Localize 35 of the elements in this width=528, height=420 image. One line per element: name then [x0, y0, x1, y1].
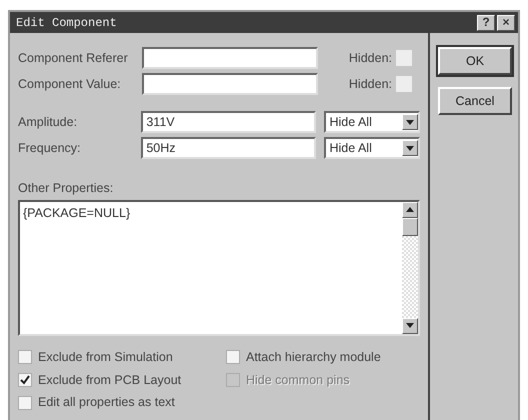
section-label: Other Properties:	[18, 180, 114, 197]
close-button[interactable]: ×	[497, 14, 515, 30]
checkbox-label: Attach hierarchy module	[246, 348, 381, 366]
properties-text: {PACKAGE=NULL}	[22, 204, 132, 222]
scroll-thumb[interactable]	[402, 218, 418, 236]
dialog-button[interactable]: Cancel	[438, 87, 512, 115]
input-field[interactable]: 311V	[141, 111, 316, 133]
checkbox-label: Exclude from PCB Layout	[38, 372, 182, 389]
checkbox-label: Edit all properties as text	[38, 394, 175, 412]
properties-textarea[interactable]: {PACKAGE=NULL}	[18, 200, 420, 336]
field-label: Frequency:	[18, 140, 82, 157]
checkbox[interactable]	[396, 76, 412, 92]
scrollbar[interactable]	[402, 202, 418, 334]
field-label: Component Value:	[18, 76, 122, 93]
help-button[interactable]: ?	[477, 14, 495, 30]
checkbox[interactable]	[18, 396, 32, 410]
hidden-label: Hidden:	[348, 50, 392, 67]
scroll-down-icon[interactable]	[402, 318, 418, 334]
field-label: Component Referer	[18, 50, 129, 67]
input-field[interactable]	[142, 73, 318, 95]
window-title: Edit Component	[16, 14, 118, 32]
scroll-up-icon[interactable]	[402, 202, 418, 218]
visibility-dropdown[interactable]: Hide All	[324, 111, 420, 133]
dialog-button[interactable]: OK	[438, 47, 512, 75]
hidden-label: Hidden:	[348, 76, 392, 93]
checkbox[interactable]	[18, 350, 32, 364]
checkbox-label: Hide common pins	[246, 372, 350, 389]
visibility-dropdown[interactable]: Hide All	[324, 137, 420, 159]
checkbox[interactable]	[226, 350, 240, 364]
checkbox[interactable]	[18, 372, 32, 387]
input-field[interactable]: 50Hz	[141, 137, 316, 159]
field-label: Amplitude:	[18, 114, 78, 131]
input-field[interactable]	[142, 47, 318, 69]
checkbox[interactable]	[396, 50, 412, 66]
checkbox-label: Exclude from Simulation	[38, 348, 173, 366]
